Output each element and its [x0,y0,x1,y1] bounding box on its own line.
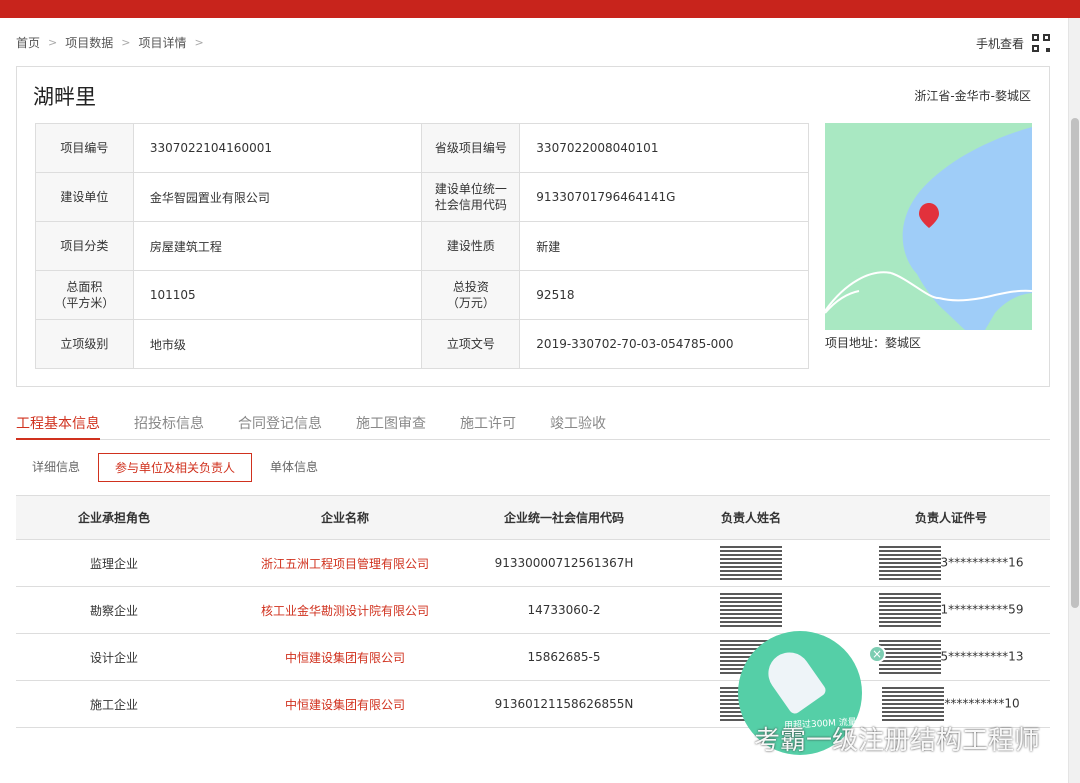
column-header-id-number: 负责人证件号 [852,495,1050,540]
scrollbar-thumb[interactable] [1071,118,1079,608]
column-header-person-name: 负责人姓名 [650,495,852,540]
subtab-unit-info[interactable]: 单体信息 [254,453,334,482]
watermark-text: 考霸一级注册结构工程师 [754,726,1041,756]
id-number: **********10 [944,696,1020,711]
redacted-id-mosaic [878,593,941,627]
detail-tabs: 工程基本信息 招投标信息 合同登记信息 施工图审查 施工许可 竣工验收 [16,405,1050,440]
role-cell: 施工企业 [16,680,212,728]
redacted-name-mosaic [720,593,782,627]
info-row: 建设单位 金华智园置业有限公司 建设单位统一 社会信用代码 9133070179… [35,172,809,222]
info-key: 立项级别 [35,319,134,369]
role-cell: 勘察企业 [16,586,212,634]
table-row: 监理企业 浙江五洲工程项目管理有限公司 91330000712561367H 3… [16,539,1050,587]
mobile-view-button[interactable]: 手机查看 [976,34,1050,52]
info-key: 省级项目编号 [421,123,521,173]
basic-info-subtabs: 详细信息 参与单位及相关负责人 单体信息 [16,453,334,482]
project-map[interactable] [825,123,1032,330]
mobile-view-label: 手机查看 [975,36,1024,51]
company-link[interactable]: 核工业金华勘测设计院有限公司 [212,586,478,634]
project-title: 湖畔里 [33,85,96,109]
info-key: 立项文号 [421,319,521,369]
tab-basic-info[interactable]: 工程基本信息 [16,405,100,440]
id-number-cell: 3**********16 [852,539,1050,587]
project-location: 浙江省-金华市-婺城区 [914,89,1031,103]
column-header-role: 企业承担角色 [16,495,212,540]
info-key: 建设单位统一 社会信用代码 [421,172,521,222]
company-link[interactable]: 浙江五洲工程项目管理有限公司 [212,539,478,587]
project-address: 项目地址：婺城区 [825,336,922,350]
chevron-right-icon: > [194,36,204,49]
info-key: 建设单位 [35,172,134,222]
tab-contract-info[interactable]: 合同登记信息 [238,405,322,440]
map-image [825,123,1032,330]
credit-code-cell: 14733060-2 [478,586,650,634]
wechat-icon [710,726,746,752]
qr-code-icon [1032,34,1050,52]
id-number-cell: 1**********59 [852,586,1050,634]
info-value: 91330701796464141G [519,172,809,222]
info-value: 92518 [519,270,809,320]
person-name-cell [650,539,852,587]
info-value: 金华智园置业有限公司 [132,172,423,222]
breadcrumb-project-data[interactable]: 项目数据 [65,34,113,51]
info-key: 总面积 （平方米） [35,270,134,320]
column-header-credit-code: 企业统一社会信用代码 [478,495,650,540]
info-row: 项目分类 房屋建筑工程 建设性质 新建 [35,221,809,271]
info-value: 新建 [519,221,809,271]
info-row: 立项级别 地市级 立项文号 2019-330702-70-03-054785-0… [35,319,809,369]
table-row: 设计企业 中恒建设集团有限公司 15862685-5 5**********13 [16,633,1050,681]
project-card: 湖畔里 浙江省-金华市-婺城区 项目编号 3307022104160001 省级… [16,66,1050,387]
table-header-row: 企业承担角色 企业名称 企业统一社会信用代码 负责人姓名 负责人证件号 [16,495,1050,540]
top-banner [0,0,1080,18]
info-key: 总投资 （万元） [421,270,521,320]
company-link[interactable]: 中恒建设集团有限公司 [212,680,478,728]
id-number: 1**********59 [940,602,1024,617]
tab-drawing-review[interactable]: 施工图审查 [356,405,426,440]
id-number: 5**********13 [940,649,1024,664]
participant-table: 企业承担角色 企业名称 企业统一社会信用代码 负责人姓名 负责人证件号 监理企业… [16,495,1050,728]
subtab-details[interactable]: 详细信息 [16,453,96,482]
table-row: 勘察企业 核工业金华勘测设计院有限公司 14733060-2 1********… [16,586,1050,634]
close-icon[interactable]: × [868,645,886,663]
redacted-id-mosaic [878,546,941,580]
credit-code-cell: 91330000712561367H [478,539,650,587]
info-key: 建设性质 [421,221,521,271]
id-number: 3**********16 [940,555,1024,570]
chevron-right-icon: > [48,36,58,49]
role-cell: 设计企业 [16,633,212,681]
info-key: 项目分类 [35,221,134,271]
info-value: 房屋建筑工程 [132,221,423,271]
credit-code-cell: 91360121158626855N [478,680,650,728]
breadcrumb-home[interactable]: 首页 [16,34,40,51]
role-cell: 监理企业 [16,539,212,587]
person-name-cell [650,586,852,634]
project-info-table: 项目编号 3307022104160001 省级项目编号 33070220080… [35,123,809,369]
tab-completion-acceptance[interactable]: 竣工验收 [550,405,606,440]
subtab-participants[interactable]: 参与单位及相关负责人 [98,453,253,482]
chevron-right-icon: > [121,36,131,49]
breadcrumb-project-detail: 项目详情 [138,36,187,50]
info-row: 项目编号 3307022104160001 省级项目编号 33070220080… [35,123,809,173]
info-value: 2019-330702-70-03-054785-000 [519,319,809,369]
info-key: 项目编号 [35,123,134,173]
redacted-id-mosaic [882,687,945,721]
column-header-company: 企业名称 [212,495,478,540]
info-value: 地市级 [132,319,423,369]
credit-code-cell: 15862685-5 [478,633,650,681]
info-row: 总面积 （平方米） 101105 总投资 （万元） 92518 [35,270,809,320]
company-link[interactable]: 中恒建设集团有限公司 [212,633,478,681]
info-value: 101105 [132,270,423,320]
tab-construction-permit[interactable]: 施工许可 [460,405,516,440]
watermark: 考霸一级注册结构工程师 [710,720,1040,757]
breadcrumb: 首页 > 项目数据 > 项目详情 > [16,34,204,51]
info-value: 3307022104160001 [132,123,423,173]
info-value: 3307022008040101 [519,123,809,173]
redacted-name-mosaic [720,546,782,580]
page-scrollbar[interactable] [1068,18,1080,783]
tab-bidding-info[interactable]: 招投标信息 [134,405,204,440]
